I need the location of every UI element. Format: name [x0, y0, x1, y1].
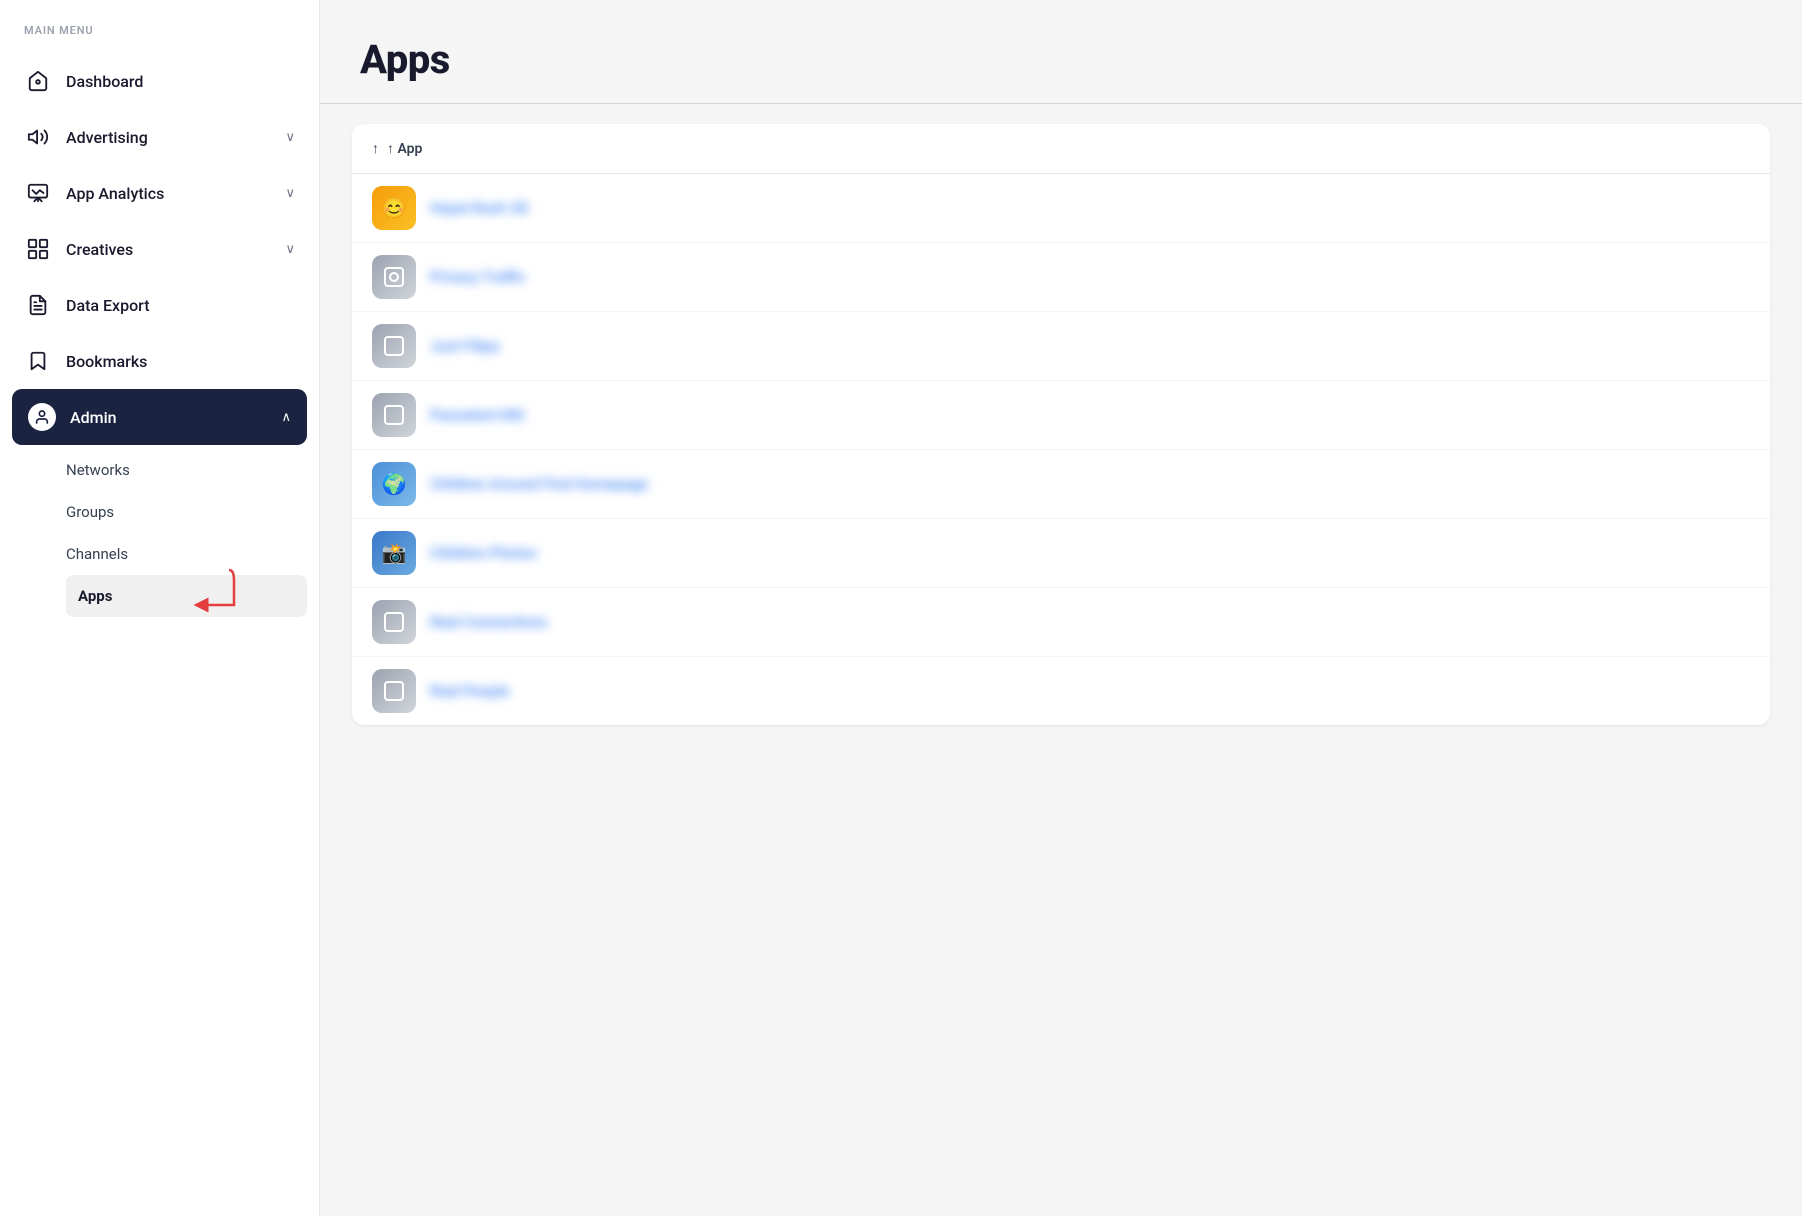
app-name: Hayat Rush 3D — [430, 199, 529, 217]
sidebar-item-label: Advertising — [66, 128, 148, 147]
app-icon — [372, 255, 416, 299]
chevron-up-icon: ∧ — [281, 410, 291, 425]
table-row[interactable]: Privacy Traffic — [352, 243, 1770, 312]
app-icon — [372, 669, 416, 713]
table-row[interactable]: Real People — [352, 657, 1770, 725]
bookmarks-icon — [24, 347, 52, 375]
sidebar-item-dashboard[interactable]: Dashboard — [0, 53, 319, 109]
main-content: Apps ↑ ↑ App 😊 Hayat Rush 3D — [320, 0, 1802, 1216]
apps-table: ↑ ↑ App 😊 Hayat Rush 3D Privacy Traffi — [352, 124, 1770, 725]
table-header: ↑ ↑ App — [352, 124, 1770, 174]
sidebar-item-label: Dashboard — [66, 72, 143, 91]
analytics-icon — [24, 179, 52, 207]
export-icon — [24, 291, 52, 319]
app-icon — [372, 600, 416, 644]
red-arrow-indicator — [179, 565, 239, 615]
sidebar-item-groups[interactable]: Groups — [66, 491, 319, 533]
sidebar-item-label: Creatives — [66, 240, 133, 259]
sidebar-item-label: Bookmarks — [66, 352, 147, 371]
advertising-icon — [24, 123, 52, 151]
table-row[interactable]: 😊 Hayat Rush 3D — [352, 174, 1770, 243]
app-name: Passatent MG — [430, 406, 525, 424]
chevron-down-icon: ∨ — [285, 130, 295, 145]
page-title: Apps — [360, 36, 1762, 83]
sidebar-item-admin[interactable]: Admin ∧ — [12, 389, 307, 445]
column-header-app[interactable]: ↑ ↑ App — [372, 140, 422, 157]
table-row[interactable]: 📸 Children Photos — [352, 519, 1770, 588]
creatives-icon — [24, 235, 52, 263]
sidebar-item-advertising[interactable]: Advertising ∨ — [0, 109, 319, 165]
app-name: Children Photos — [430, 544, 537, 562]
main-menu-label: MAIN MENU — [0, 24, 319, 53]
apps-arrow-container: Apps — [66, 575, 319, 617]
sidebar-item-app-analytics[interactable]: App Analytics ∨ — [0, 165, 319, 221]
sidebar-item-data-export[interactable]: Data Export — [0, 277, 319, 333]
sidebar-item-label: App Analytics — [66, 184, 164, 203]
app-name: Privacy Traffic — [430, 268, 526, 286]
chevron-down-icon: ∨ — [285, 186, 295, 201]
table-row[interactable]: Passatent MG — [352, 381, 1770, 450]
sidebar-item-creatives[interactable]: Creatives ∨ — [0, 221, 319, 277]
dashboard-icon — [24, 67, 52, 95]
app-icon: 📸 — [372, 531, 416, 575]
page-header: Apps — [320, 0, 1802, 103]
sidebar-item-label: Data Export — [66, 296, 150, 315]
sidebar: MAIN MENU Dashboard Advertising ∨ — [0, 0, 320, 1216]
sidebar-item-bookmarks[interactable]: Bookmarks — [0, 333, 319, 389]
table-row[interactable]: 🌍 Children Around Find Homepage — [352, 450, 1770, 519]
app-name: Children Around Find Homepage — [430, 475, 648, 493]
column-label: ↑ App — [367, 140, 422, 157]
app-name: Just Filipa — [430, 337, 499, 355]
header-divider — [320, 103, 1802, 104]
app-icon — [372, 324, 416, 368]
app-name: Real People — [430, 682, 509, 700]
admin-icon — [28, 403, 56, 431]
chevron-down-icon: ∨ — [285, 242, 295, 257]
app-name: Real Connections — [430, 613, 547, 631]
app-icon: 😊 — [372, 186, 416, 230]
table-row[interactable]: Real Connections — [352, 588, 1770, 657]
admin-sub-menu: Networks Groups Channels Apps — [0, 445, 319, 621]
sidebar-item-label: Admin — [70, 408, 117, 427]
table-row[interactable]: Just Filipa — [352, 312, 1770, 381]
app-icon: 🌍 — [372, 462, 416, 506]
app-icon — [372, 393, 416, 437]
sidebar-item-networks[interactable]: Networks — [66, 449, 319, 491]
